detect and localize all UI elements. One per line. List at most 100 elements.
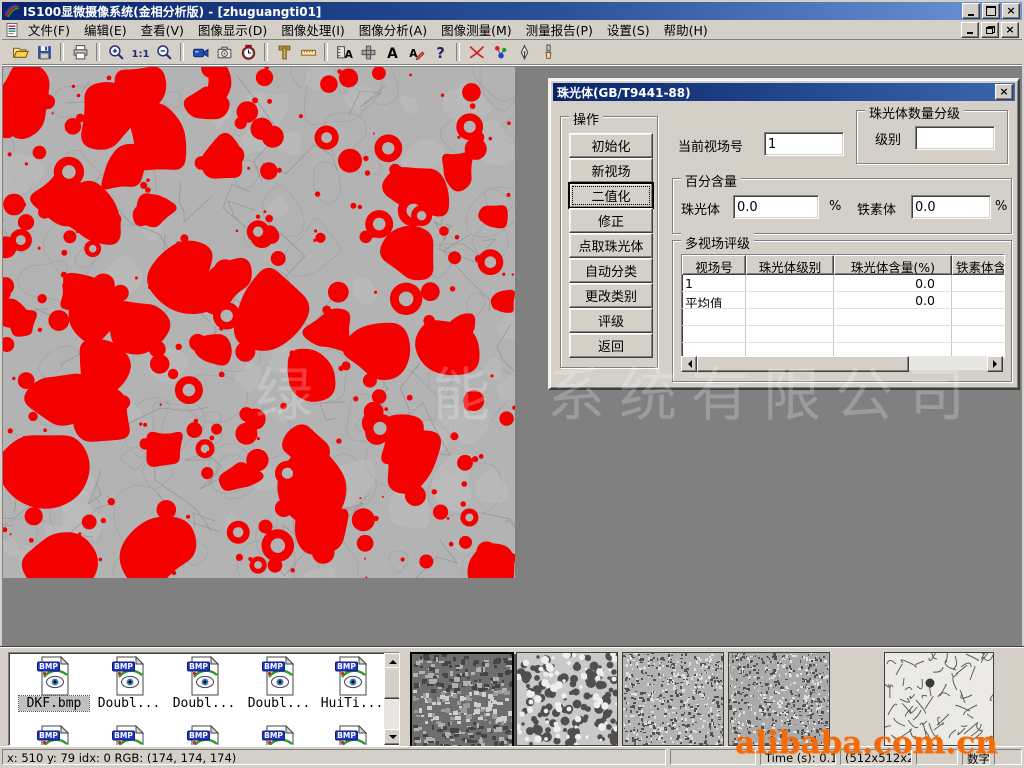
particles-icon[interactable]: [488, 41, 512, 63]
svg-text:BMP: BMP: [114, 662, 133, 671]
table-header-1[interactable]: 珠光体级别: [746, 255, 834, 275]
op-button-1[interactable]: 新视场: [569, 158, 653, 183]
file-label: Doubl...: [244, 696, 314, 711]
save-icon[interactable]: [32, 41, 56, 63]
table-row[interactable]: 平均值0.0: [682, 292, 1004, 309]
caliper-icon[interactable]: [272, 41, 296, 63]
menu-item-7[interactable]: 测量报告(P): [519, 19, 600, 40]
child-restore-button[interactable]: [981, 22, 999, 38]
thumb-light-flakes[interactable]: [884, 652, 994, 746]
table-row[interactable]: [682, 309, 1004, 326]
file-item[interactable]: BMPHuiTi...: [317, 656, 387, 711]
table-row[interactable]: 10.0: [682, 275, 1004, 292]
table-header-3[interactable]: 铁素体含量(%): [952, 255, 1005, 275]
op-button-6[interactable]: 更改类别: [569, 283, 653, 308]
file-item[interactable]: BMPDoubl...: [244, 656, 314, 711]
menu-item-6[interactable]: 图像测量(M): [434, 19, 519, 40]
close-button[interactable]: ×: [1002, 3, 1020, 19]
status-position: x: 510 y: 79 idx: 0 RGB: (174, 174, 174): [2, 749, 666, 765]
document-icon[interactable]: [4, 22, 21, 38]
maximize-button[interactable]: [982, 3, 1000, 19]
svg-text:BMP: BMP: [39, 731, 58, 740]
toolbar-separator: [324, 43, 328, 61]
menu-item-4[interactable]: 图像处理(I): [274, 19, 351, 40]
file-label: Doubl...: [94, 696, 164, 711]
minimize-button[interactable]: [962, 3, 980, 19]
table-cell: 平均值: [682, 292, 746, 308]
menu-item-8[interactable]: 设置(S): [600, 19, 657, 40]
ruler-icon[interactable]: [296, 41, 320, 63]
thumb-dark-banded[interactable]: [410, 652, 514, 748]
file-item[interactable]: BMPDKF.bmp: [19, 656, 89, 711]
print-icon[interactable]: [68, 41, 92, 63]
status-spare-1: [670, 749, 756, 765]
camera-icon[interactable]: [212, 41, 236, 63]
file-item[interactable]: BMP Doubl...: [94, 656, 164, 711]
file-item[interactable]: BMP: [94, 725, 164, 746]
grid-icon[interactable]: [356, 41, 380, 63]
dialog-title-bar[interactable]: 珠光体(GB/T9441-88) ×: [553, 83, 1015, 101]
scroll-left-icon[interactable]: [681, 356, 697, 372]
child-close-button[interactable]: ×: [1001, 22, 1019, 38]
op-button-0[interactable]: 初始化: [569, 133, 653, 158]
table-cell: [746, 292, 834, 308]
svg-text:BMP: BMP: [189, 731, 208, 740]
menu-item-0[interactable]: 文件(F): [21, 19, 77, 40]
micrograph-image[interactable]: [3, 67, 515, 578]
operation-group: 操作 初始化新视场二值化修正点取珠光体自动分类更改类别评级返回: [560, 116, 658, 368]
status-spare-3: [994, 749, 1022, 765]
table-horizontal-scrollbar[interactable]: [681, 356, 1003, 370]
annotate-icon[interactable]: A: [404, 41, 428, 63]
op-button-4[interactable]: 点取珠光体: [569, 233, 653, 258]
file-item[interactable]: BMP: [317, 725, 387, 746]
curve-delete-icon[interactable]: [464, 41, 488, 63]
table-header-2[interactable]: 珠光体含量(%): [834, 255, 952, 275]
table-cell: [746, 309, 834, 325]
brush-icon[interactable]: [536, 41, 560, 63]
menu-item-5[interactable]: 图像分析(A): [352, 19, 434, 40]
menu-item-1[interactable]: 编辑(E): [77, 19, 134, 40]
video-camera-icon[interactable]: [188, 41, 212, 63]
file-item[interactable]: BMP: [19, 725, 89, 746]
table-header-0[interactable]: 视场号: [682, 255, 746, 275]
dialog-close-icon[interactable]: ×: [995, 84, 1013, 100]
ferrite-input[interactable]: [911, 195, 991, 219]
multi-field-table[interactable]: 视场号珠光体级别珠光体含量(%)铁素体含量(%)10.0平均值0.0: [681, 254, 1005, 358]
table-row[interactable]: [682, 326, 1004, 343]
svg-text:BMP: BMP: [337, 662, 356, 671]
menu-item-2[interactable]: 查看(V): [134, 19, 191, 40]
menu-item-9[interactable]: 帮助(H): [657, 19, 715, 40]
ferrite-percent-sign: %: [995, 199, 1007, 214]
grade-input[interactable]: [915, 126, 995, 150]
status-bar: x: 510 y: 79 idx: 0 RGB: (174, 174, 174)…: [0, 746, 1024, 768]
file-item[interactable]: BMP: [244, 725, 314, 746]
zoom-in-icon[interactable]: [104, 41, 128, 63]
svg-text:BMP: BMP: [114, 731, 133, 740]
pen-icon[interactable]: [512, 41, 536, 63]
menu-item-3[interactable]: 图像显示(D): [191, 19, 274, 40]
thumb-coarse-blobs[interactable]: [516, 652, 618, 746]
op-button-8[interactable]: 返回: [569, 333, 653, 358]
thumb-fine-speckle-1[interactable]: [622, 652, 724, 746]
file-label: Doubl...: [169, 696, 239, 711]
scrollbar-thumb[interactable]: [697, 356, 909, 372]
file-item[interactable]: BMP: [169, 725, 239, 746]
zoom-out-icon[interactable]: [152, 41, 176, 63]
file-item[interactable]: BMPDoubl...: [169, 656, 239, 711]
actual-size-icon[interactable]: 1:1: [128, 41, 152, 63]
measure-text-icon[interactable]: A: [332, 41, 356, 63]
current-field-input[interactable]: [764, 132, 844, 156]
child-minimize-button[interactable]: [961, 22, 979, 38]
open-icon[interactable]: [8, 41, 32, 63]
op-button-7[interactable]: 评级: [569, 308, 653, 333]
thumb-fine-speckle-2[interactable]: [728, 652, 830, 746]
pearlite-input[interactable]: [733, 195, 819, 219]
text-icon[interactable]: A: [380, 41, 404, 63]
op-button-3[interactable]: 修正: [569, 208, 653, 233]
op-button-2[interactable]: 二值化: [569, 183, 653, 208]
current-field-label: 当前视场号: [678, 136, 743, 155]
op-button-5[interactable]: 自动分类: [569, 258, 653, 283]
clock-icon[interactable]: [236, 41, 260, 63]
help-icon[interactable]: ?: [428, 41, 452, 63]
scroll-right-icon[interactable]: [987, 356, 1003, 372]
